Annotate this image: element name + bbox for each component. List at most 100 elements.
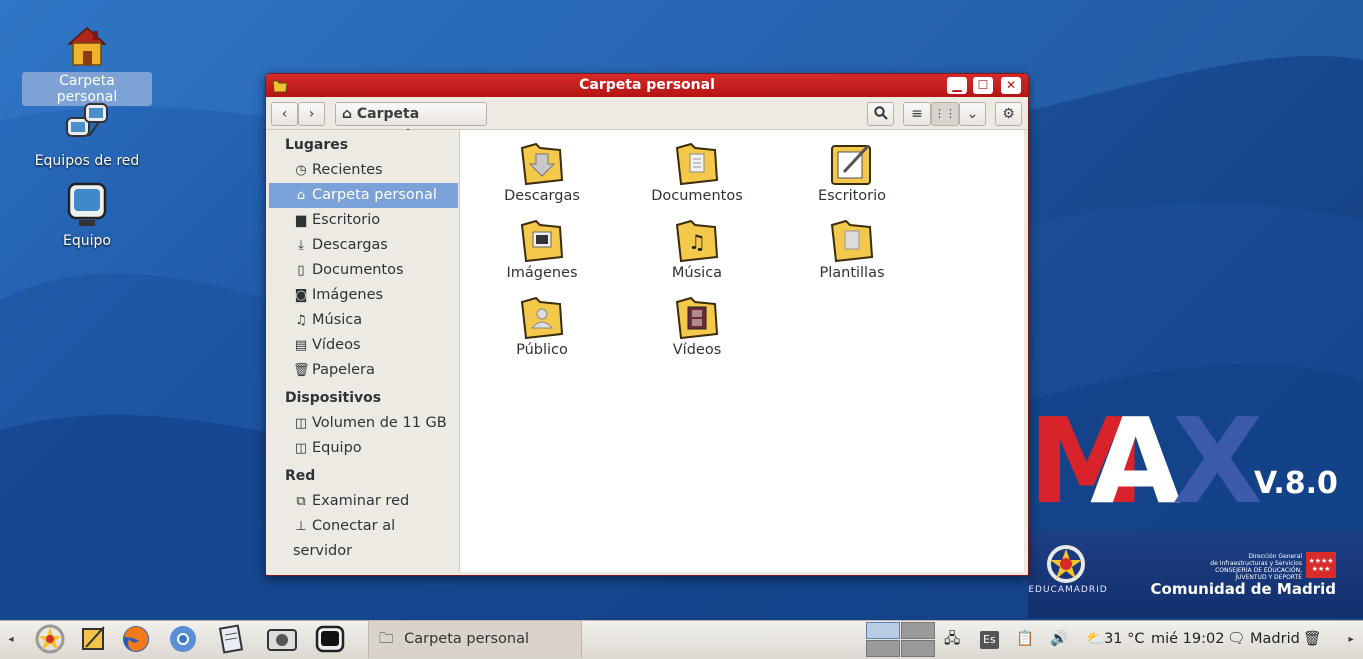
desktop-icon-carpeta-personal[interactable]: Carpeta personal [22,22,152,106]
workspace-4[interactable] [901,640,935,657]
app-menu-icon[interactable] [33,623,67,655]
desktop-icon-equipos-de-red[interactable]: Equipos de red [22,102,152,170]
workspace-1[interactable] [866,622,900,639]
location-widget[interactable]: 🗨 Madrid [1227,621,1300,658]
taskbar-scroll-left-button[interactable]: ◂ [0,623,22,656]
clipboard-icon[interactable]: 📋 [1016,621,1034,658]
desktop-icon-label: Equipo [63,233,111,249]
folder-musica[interactable]: ♫ Música [622,217,772,281]
sidebar-item-label: Carpeta personal [312,187,437,203]
keyboard-layout-indicator[interactable]: Es [980,621,1002,658]
folder-escritorio[interactable]: Escritorio [777,140,927,204]
sidebar-item-escritorio[interactable]: ▆ Escritorio [269,208,458,233]
sidebar-item-examinar-red[interactable]: ⧉ Examinar red [269,489,458,514]
sidebar-section-lugares: Lugares [285,137,349,153]
sidebar-item-imagenes[interactable]: ◙ Imágenes [269,283,458,308]
brand-letter-x: X [1172,392,1263,530]
notes-launcher-icon[interactable] [76,623,110,655]
home-icon: ⌂ [342,106,353,122]
sidebar-item-videos[interactable]: ▤ Vídeos [269,333,458,358]
weather-widget[interactable]: ⛅31 °C [1086,621,1145,658]
list-view-button[interactable]: ≡ [903,102,931,126]
keyboard-layout-label: Es [980,631,999,649]
desktop-icon-equipo[interactable]: Equipo [22,182,152,250]
brand-version: V.8.0 [1254,466,1338,501]
taskbar-window-button[interactable]: 🗀 Carpeta personal [368,621,582,658]
folder-documentos[interactable]: Documentos [622,140,772,204]
folder-plantillas[interactable]: Plantillas [777,217,927,281]
network-tray-icon[interactable]: 🖧 [944,621,960,658]
sidebar-item-label: Documentos [312,262,404,278]
file-manager-app-icon: 🗀 [379,631,394,647]
window-titlebar[interactable]: Carpeta personal ▁ ☐ ✕ [266,74,1028,97]
sidebar-item-label: Papelera [312,362,375,378]
terminal-icon[interactable] [313,623,347,655]
consejeria-label: Dirección General de Infraestructuras y … [1210,553,1302,581]
workspace-pager[interactable] [866,622,936,658]
search-button[interactable] [867,102,894,126]
sidebar-item-label: Imágenes [312,287,384,303]
file-label: Imágenes [506,265,578,281]
text-editor-icon[interactable] [214,623,248,655]
file-label: Vídeos [672,342,722,358]
close-button[interactable]: ✕ [1001,77,1021,94]
madrid-flag-icon: ★★★★ ★★★ [1306,552,1336,578]
sidebar-item-label: Descargas [312,237,388,253]
sidebar-item-documentos[interactable]: ▯ Documentos [269,258,458,283]
folder-publico[interactable]: Público [467,294,617,358]
film-icon: ▤ [294,338,308,353]
settings-button[interactable]: ⚙ [995,102,1022,126]
sidebar-item-recientes[interactable]: ◷ Recientes [269,158,458,183]
search-icon [873,106,888,120]
desktop-folder-icon: ▆ [296,213,306,228]
sidebar-item-conectar-servidor[interactable]: ⊥ Conectar al servidor [269,514,458,559]
trash-tray-icon[interactable]: 🗑 [1303,621,1321,658]
path-bar-home-button[interactable]: ⌂ Carpeta personal [335,102,487,144]
sidebar-item-descargas[interactable]: ⤓ Descargas [269,233,458,258]
folder-imagenes[interactable]: Imágenes [467,217,617,281]
taskbar-scroll-right-button[interactable]: ▸ [1340,623,1362,656]
view-options-button[interactable]: ⌄ [959,102,986,126]
file-manager-window: Carpeta personal ▁ ☐ ✕ ‹ › ⌂ Carpeta per… [265,73,1029,576]
file-view: Descargas Documentos Escritorio Imágenes… [459,130,1024,572]
minimize-button[interactable]: ▁ [947,77,967,94]
firefox-icon[interactable] [119,623,153,655]
sidebar-item-equipo[interactable]: ◫ Equipo [269,436,458,461]
weather-temperature: 31 °C [1104,631,1145,647]
network-icon [66,103,108,137]
grid-view-button[interactable]: ⋮⋮ [931,102,959,126]
home-folder-icon [67,26,107,66]
brand-letter-a: A [1090,392,1182,530]
sidebar-item-carpeta-personal[interactable]: ⌂ Carpeta personal [269,183,458,208]
sidebar-item-papelera[interactable]: 🗑 Papelera [269,358,458,383]
sidebar-item-volumen[interactable]: ◫ Volumen de 11 GB [269,411,458,436]
sidebar: Lugares ◷ Recientes ⌂ Carpeta personal ▆ Es… [269,130,458,572]
chromium-icon[interactable] [166,623,200,655]
location-label: Madrid [1250,631,1300,647]
photo-viewer-icon[interactable] [265,623,299,655]
workspace-2[interactable] [901,622,935,639]
sidebar-item-label: Escritorio [312,212,381,228]
folder-videos-icon [675,296,719,340]
educamadrid-label: EDUCAMADRID [1028,585,1108,595]
back-button[interactable]: ‹ [271,102,298,126]
sidebar-section-red: Red [285,468,316,484]
download-icon: ⤓ [298,238,304,253]
forward-button[interactable]: › [298,102,325,126]
drive-icon: ◫ [294,441,308,456]
file-label: Público [516,342,568,358]
workspace-3[interactable] [866,640,900,657]
svg-text:♫: ♫ [688,230,706,254]
weather-cloud-icon: ⛅ [1086,631,1105,647]
network-icon: ⧉ [296,494,306,509]
clock[interactable]: mié 19:02 [1151,621,1224,658]
sidebar-section-dispositivos: Dispositivos [285,390,382,406]
folder-pictures-icon [520,219,564,263]
volume-icon[interactable]: 🔊 [1050,621,1068,658]
maximize-button[interactable]: ☐ [973,77,993,94]
folder-descargas[interactable]: Descargas [467,140,617,204]
trash-icon: 🗑 [293,363,310,378]
sidebar-item-musica[interactable]: ♫ Música [269,308,458,333]
folder-videos[interactable]: Vídeos [622,294,772,358]
file-label: Música [671,265,723,281]
